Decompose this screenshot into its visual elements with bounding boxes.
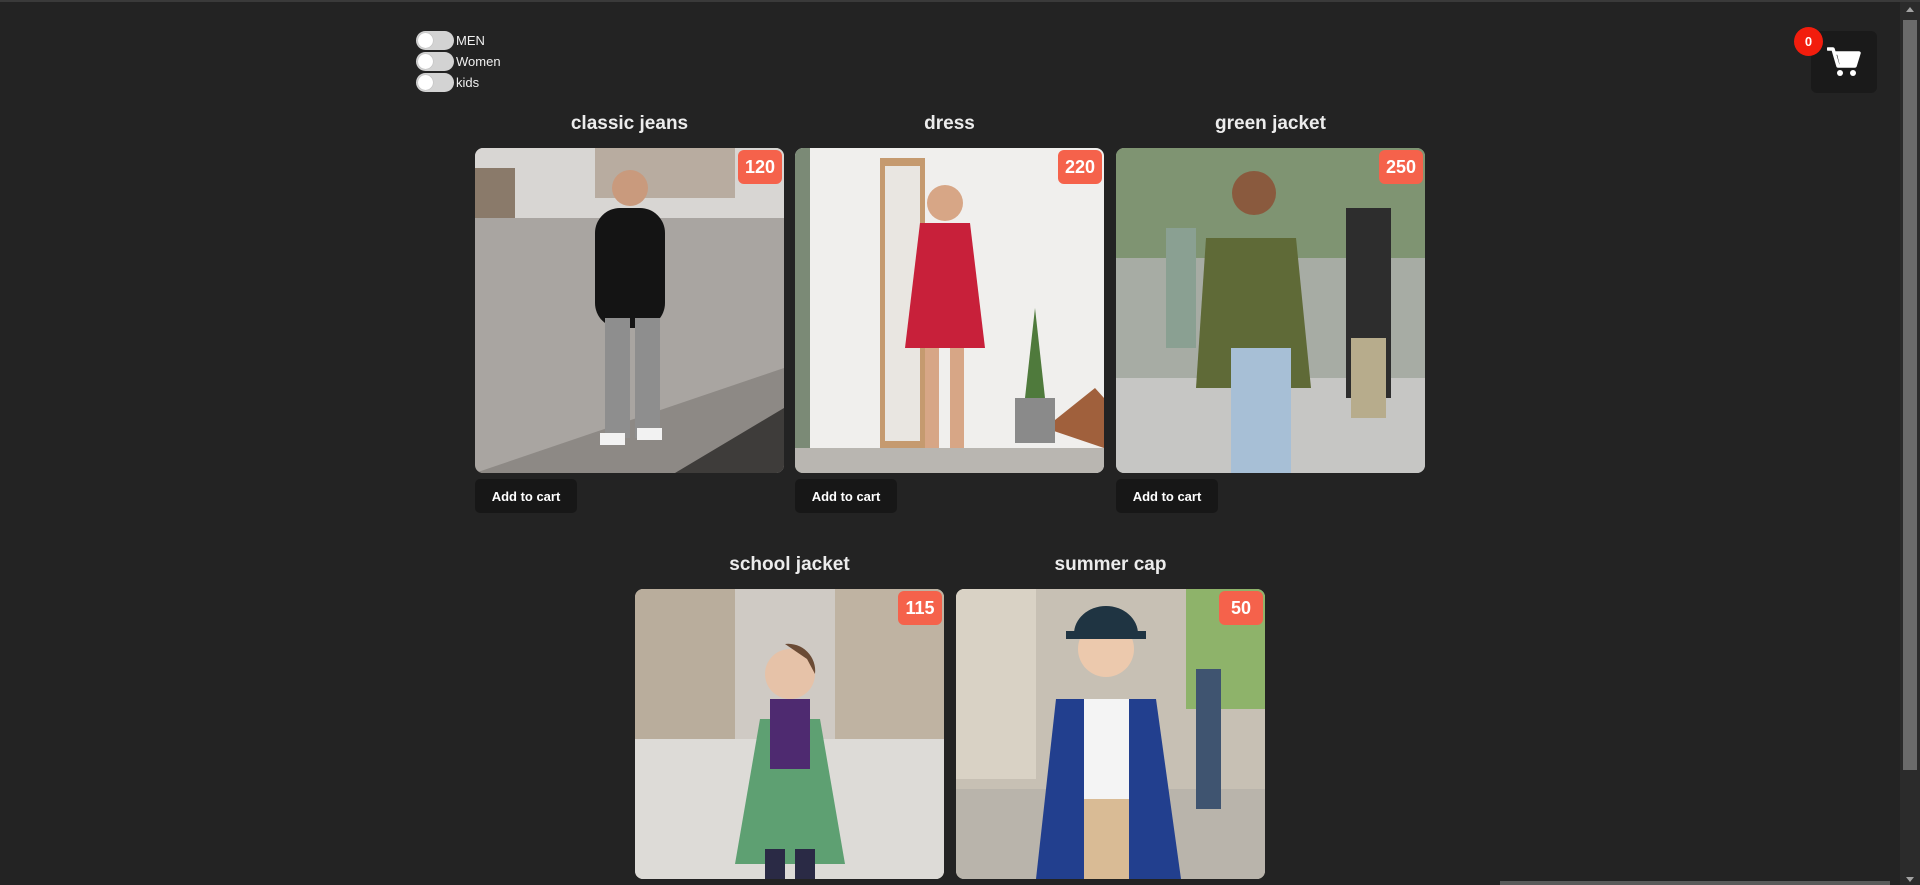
filter-women[interactable]: Women xyxy=(416,52,501,71)
product-title: summer cap xyxy=(1054,554,1167,575)
product-photo xyxy=(1116,148,1425,473)
product-card: summer cap 50 xyxy=(956,551,1265,879)
product-title: school jacket xyxy=(729,554,850,575)
product-title: dress xyxy=(924,113,975,134)
filter-label: Women xyxy=(456,54,501,69)
product-image[interactable]: 115 xyxy=(635,589,944,879)
page: MEN Women kids 0 classic jeans 120 Add t… xyxy=(0,0,1920,885)
toggle-switch[interactable] xyxy=(416,73,454,92)
scroll-up-arrow-icon[interactable] xyxy=(1906,7,1914,12)
add-to-cart-button[interactable]: Add to cart xyxy=(1116,479,1218,513)
product-image[interactable]: 220 xyxy=(795,148,1104,473)
product-image[interactable]: 50 xyxy=(956,589,1265,879)
price-badge: 115 xyxy=(898,591,942,625)
toggle-switch[interactable] xyxy=(416,52,454,71)
product-card: school jacket 115 xyxy=(635,551,944,879)
category-filters: MEN Women kids xyxy=(416,31,501,92)
vertical-scrollbar[interactable] xyxy=(1900,2,1920,885)
add-to-cart-button[interactable]: Add to cart xyxy=(475,479,577,513)
toggle-knob xyxy=(418,33,433,48)
product-photo xyxy=(635,589,944,879)
product-photo xyxy=(956,589,1265,879)
price-badge: 120 xyxy=(738,150,782,184)
toggle-switch[interactable] xyxy=(416,31,454,50)
product-image[interactable]: 120 xyxy=(475,148,784,473)
price-badge: 50 xyxy=(1219,591,1263,625)
product-card: dress 220 Add to cart xyxy=(795,110,1104,513)
price-badge: 220 xyxy=(1058,150,1102,184)
horizontal-scrollbar[interactable] xyxy=(1500,881,1890,885)
price-badge: 250 xyxy=(1379,150,1423,184)
toggle-knob xyxy=(418,75,433,90)
filter-kids[interactable]: kids xyxy=(416,73,501,92)
product-title: green jacket xyxy=(1215,113,1326,134)
product-photo xyxy=(795,148,1104,473)
scroll-down-arrow-icon[interactable] xyxy=(1906,877,1914,882)
product-photo xyxy=(475,148,784,473)
shopping-cart-icon xyxy=(1827,47,1861,76)
cart-count-badge: 0 xyxy=(1794,27,1823,56)
filter-men[interactable]: MEN xyxy=(416,31,501,50)
scrollbar-thumb[interactable] xyxy=(1903,20,1917,770)
add-to-cart-button[interactable]: Add to cart xyxy=(795,479,897,513)
product-title: classic jeans xyxy=(570,113,689,134)
product-card: classic jeans 120 Add to cart xyxy=(475,110,784,513)
product-image[interactable]: 250 xyxy=(1116,148,1425,473)
filter-label: MEN xyxy=(456,33,485,48)
product-card: green jacket 250 Add to cart xyxy=(1116,110,1425,513)
filter-label: kids xyxy=(456,75,480,90)
toggle-knob xyxy=(418,54,433,69)
